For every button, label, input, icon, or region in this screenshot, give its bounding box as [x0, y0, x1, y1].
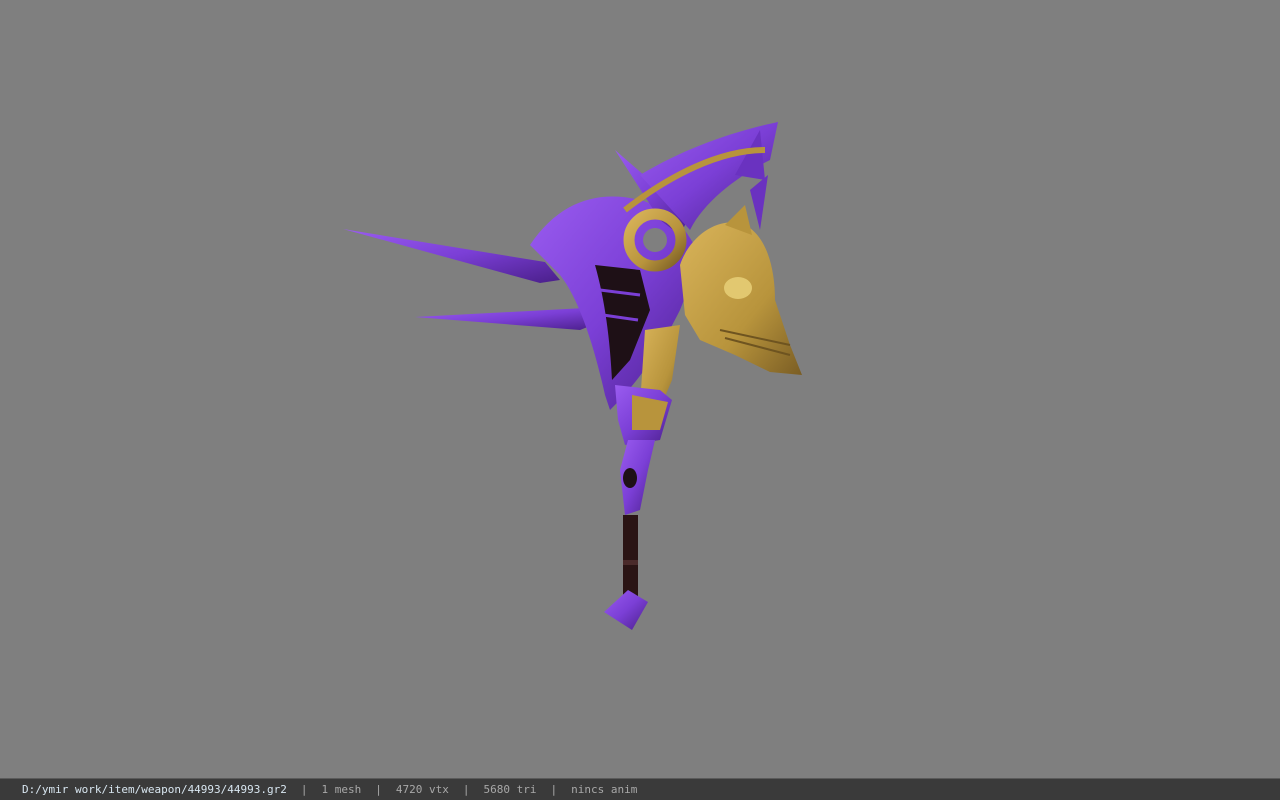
status-separator: |	[375, 783, 382, 796]
vertex-count: 4720 vtx	[395, 783, 449, 796]
weapon-shaft	[604, 440, 655, 630]
skull-head	[680, 205, 802, 375]
mesh-count: 1 mesh	[321, 783, 362, 796]
3d-viewport[interactable]	[0, 0, 1280, 778]
weapon-model-render[interactable]	[0, 0, 1280, 778]
status-separator: |	[300, 783, 308, 796]
status-separator: |	[550, 783, 558, 796]
model-file-path: D:/ymir work/item/weapon/44993/44993.gr2	[22, 783, 287, 796]
triangle-count: 5680 tri	[483, 783, 537, 796]
animation-status: nincs anim	[571, 783, 638, 796]
status-bar: D:/ymir work/item/weapon/44993/44993.gr2…	[0, 778, 1280, 800]
status-separator: |	[462, 783, 470, 796]
